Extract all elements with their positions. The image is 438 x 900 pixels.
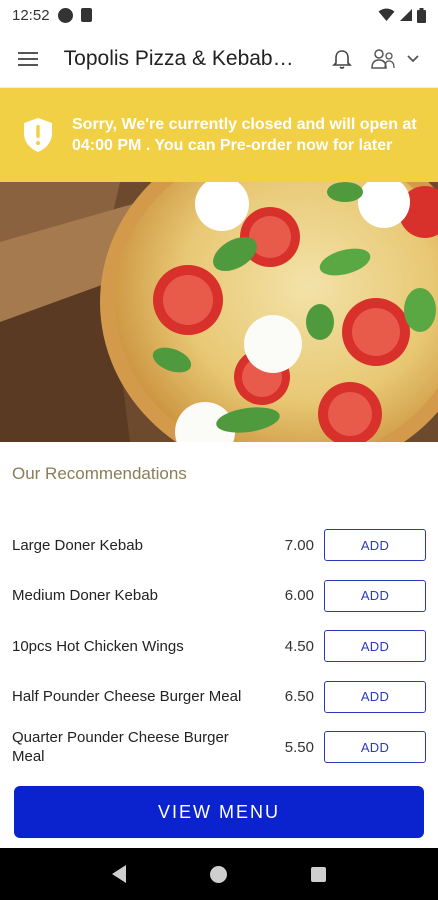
item-name: Quarter Pounder Cheese Burger Meal bbox=[12, 729, 229, 766]
system-nav-bar bbox=[0, 848, 438, 900]
item-price: 7.00 bbox=[284, 536, 314, 554]
list-item: Medium Doner Kebab 6.00 ADD bbox=[0, 571, 438, 622]
closed-notice-text: Sorry, We're currently closed and will o… bbox=[72, 116, 417, 154]
closed-notice-banner: Sorry, We're currently closed and will o… bbox=[0, 88, 438, 182]
item-name: Medium Doner Kebab bbox=[12, 587, 158, 605]
recents-icon[interactable] bbox=[311, 866, 326, 882]
wifi-icon bbox=[378, 8, 395, 21]
user-menu[interactable] bbox=[370, 48, 420, 70]
bell-icon[interactable] bbox=[330, 47, 354, 71]
view-menu-button[interactable]: VIEW MENU bbox=[14, 786, 424, 838]
status-bar: 12:52 bbox=[0, 0, 438, 30]
add-button[interactable]: ADD bbox=[324, 579, 426, 612]
app-bar: Topolis Pizza & Kebab Ho bbox=[0, 30, 438, 88]
list-item: Large Doner Kebab 7.00 ADD bbox=[0, 520, 438, 571]
signal-icon bbox=[400, 9, 412, 21]
list-item: Half Pounder Cheese Burger Meal 6.50 ADD bbox=[0, 672, 438, 723]
back-icon[interactable] bbox=[112, 865, 126, 883]
recommendations-list: Large Doner Kebab 7.00 ADD Medium Doner … bbox=[0, 520, 438, 773]
item-price: 5.50 bbox=[284, 738, 314, 756]
status-app-icon bbox=[57, 7, 73, 23]
list-item: Quarter Pounder Cheese Burger Meal 5.50 … bbox=[0, 722, 438, 773]
item-price: 4.50 bbox=[284, 637, 314, 655]
add-button[interactable]: ADD bbox=[324, 731, 426, 764]
item-price: 6.50 bbox=[284, 688, 314, 706]
home-icon[interactable] bbox=[210, 865, 227, 883]
item-name: Large Doner Kebab bbox=[12, 536, 143, 554]
add-button[interactable]: ADD bbox=[324, 630, 426, 663]
menu-icon[interactable] bbox=[18, 47, 42, 71]
item-name: 10pcs Hot Chicken Wings bbox=[12, 637, 184, 655]
list-item: 10pcs Hot Chicken Wings 4.50 ADD bbox=[0, 621, 438, 672]
shield-alert-icon bbox=[24, 118, 52, 152]
recommendations-title: Our Recommendations bbox=[12, 464, 187, 483]
user-icon bbox=[371, 48, 395, 69]
page-title: Topolis Pizza & Kebab Ho bbox=[63, 46, 297, 70]
item-price: 6.00 bbox=[284, 587, 314, 605]
chevron-down-icon bbox=[407, 54, 419, 62]
add-button[interactable]: ADD bbox=[324, 529, 426, 562]
add-button[interactable]: ADD bbox=[324, 680, 426, 713]
item-name: Half Pounder Cheese Burger Meal bbox=[12, 688, 242, 706]
status-time: 12:52 bbox=[12, 6, 50, 24]
sd-card-icon bbox=[80, 8, 92, 22]
battery-icon bbox=[417, 7, 426, 23]
hero-pizza-image bbox=[0, 182, 438, 442]
